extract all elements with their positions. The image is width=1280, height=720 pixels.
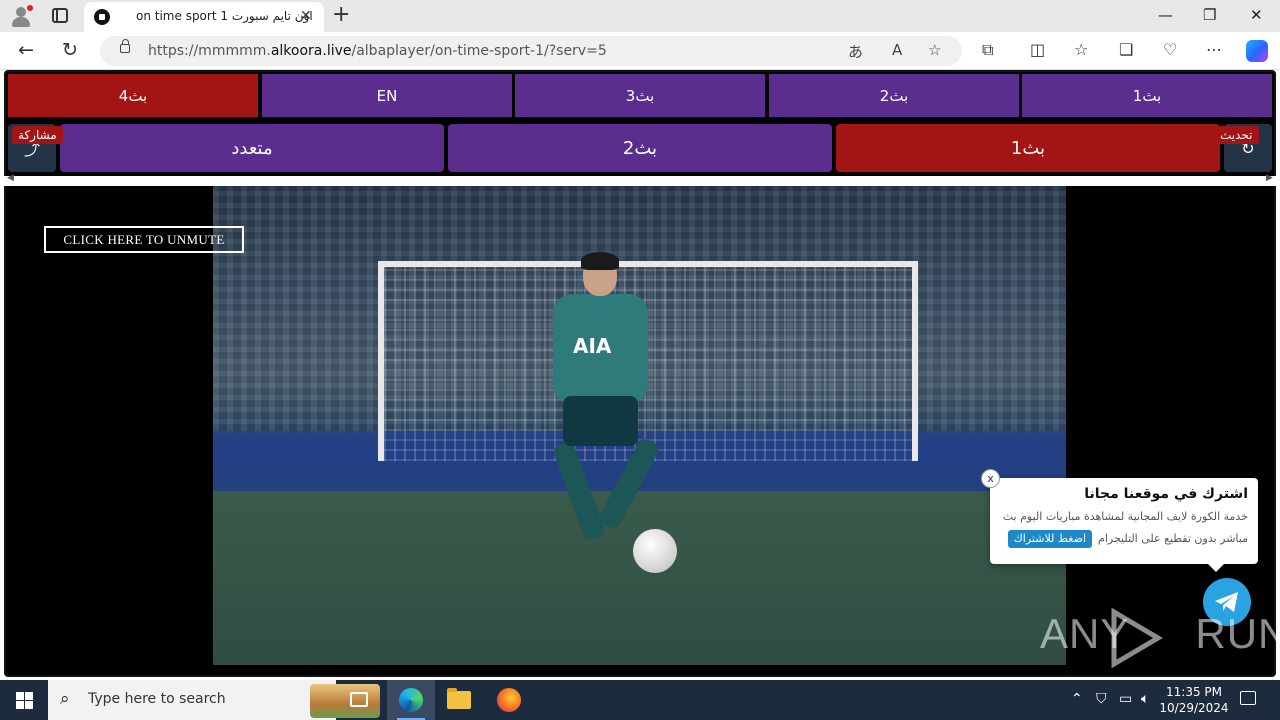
browser-tab-active[interactable]: on time sport 1 اون تايم سبورت ✕ bbox=[84, 2, 324, 32]
file-explorer-taskbar-button[interactable] bbox=[435, 680, 483, 720]
translate-icon[interactable]: あ bbox=[848, 41, 863, 62]
share-label[interactable]: مشاركة bbox=[12, 126, 63, 144]
telegram-popup: اشترك في موقعنا مجانا خدمة الكورة لايف ا… bbox=[990, 478, 1258, 572]
unmute-button[interactable]: CLICK HERE TO UNMUTE bbox=[44, 226, 244, 253]
taskbar-search-box[interactable]: ⌕ Type here to search bbox=[48, 680, 380, 720]
search-icon: ⌕ bbox=[60, 689, 70, 709]
server-button-1[interactable]: بث1 bbox=[1022, 74, 1272, 117]
tab-actions-icon[interactable] bbox=[52, 8, 68, 23]
new-tab-button[interactable]: + bbox=[332, 3, 350, 27]
favorites-icon[interactable]: ☆ bbox=[1074, 41, 1088, 59]
server-row: بث4 EN بث3 بث2 بث1 bbox=[8, 74, 1272, 117]
video-footballer: AIA bbox=[523, 252, 673, 556]
tab-close-icon[interactable]: ✕ bbox=[300, 8, 312, 24]
horizontal-scrollbar[interactable]: ◀ ▶ bbox=[4, 173, 1276, 186]
scroll-left-icon[interactable]: ◀ bbox=[7, 173, 14, 183]
mode-button-1[interactable]: بث1 bbox=[836, 124, 1220, 172]
server-button-en[interactable]: EN bbox=[262, 74, 512, 117]
subscribe-button[interactable]: اضغط للاشتراك bbox=[1007, 530, 1093, 548]
refresh-label[interactable]: تحديث bbox=[1214, 126, 1259, 144]
favorite-star-icon[interactable]: ☆ bbox=[928, 41, 941, 59]
mode-row: ⤴ متعدد بث2 بث1 ↻ مشاركة تحديث bbox=[8, 124, 1272, 172]
task-view-button[interactable] bbox=[336, 680, 384, 720]
folder-icon bbox=[447, 688, 471, 709]
mode-button-multi[interactable]: متعدد bbox=[60, 124, 444, 172]
video-ball bbox=[633, 529, 677, 573]
minimize-button[interactable]: — bbox=[1158, 6, 1173, 24]
scroll-right-icon[interactable]: ▶ bbox=[1266, 173, 1273, 183]
notification-icon[interactable] bbox=[1240, 691, 1256, 705]
popup-line-1: خدمة الكورة لايف المجانية لمشاهدة مباريا… bbox=[1002, 510, 1248, 523]
url-text[interactable]: https://mmmmm.alkoora.live/albaplayer/on… bbox=[148, 43, 607, 59]
soccer-ball-icon bbox=[94, 9, 110, 25]
edge-icon bbox=[399, 688, 423, 712]
copilot-icon[interactable] bbox=[1246, 40, 1268, 62]
network-icon[interactable]: ▭ bbox=[1119, 691, 1132, 707]
volume-icon[interactable]: 🔈︎ bbox=[1141, 691, 1149, 707]
server-button-4[interactable]: بث4 bbox=[8, 74, 258, 117]
maximize-button[interactable]: ❐ bbox=[1203, 6, 1216, 24]
popup-close-button[interactable]: x bbox=[981, 469, 1000, 488]
watermark-play-icon bbox=[1111, 608, 1163, 668]
clock-time: 11:35 PM bbox=[1166, 685, 1222, 699]
windows-start-icon[interactable] bbox=[16, 692, 33, 709]
read-aloud-icon[interactable]: A bbox=[892, 41, 902, 59]
refresh-icon[interactable]: ↻ bbox=[62, 39, 78, 61]
profile-icon[interactable] bbox=[10, 5, 33, 27]
browser-toolbar: ← ↻ https://mmmmm.alkoora.live/albaplaye… bbox=[0, 32, 1280, 70]
tray-chevron-icon[interactable]: ⌃ bbox=[1071, 691, 1083, 707]
popup-title: اشترك في موقعنا مجانا bbox=[1084, 486, 1248, 502]
back-arrow-icon[interactable]: ← bbox=[18, 39, 34, 61]
clock-date: 10/29/2024 bbox=[1159, 701, 1229, 715]
edge-taskbar-button[interactable] bbox=[387, 680, 435, 720]
lock-icon[interactable] bbox=[120, 39, 130, 53]
collections-icon[interactable]: ❏ bbox=[1119, 41, 1133, 59]
windows-taskbar: ⌕ Type here to search ⌃ ⛉ ▭ 🔈︎ 11:35 PM … bbox=[0, 680, 1280, 720]
server-button-2[interactable]: بث2 bbox=[769, 74, 1019, 117]
shirt-sponsor: AIA bbox=[573, 334, 612, 358]
tray-security-icon[interactable]: ⛉ bbox=[1096, 691, 1107, 707]
server-button-3[interactable]: بث3 bbox=[515, 74, 765, 117]
video-player[interactable]: AIA bbox=[213, 186, 1066, 665]
search-placeholder: Type here to search bbox=[88, 691, 226, 707]
firefox-icon bbox=[497, 688, 521, 712]
extensions-icon[interactable]: ⧉ bbox=[982, 41, 993, 59]
browser-tab-strip: on time sport 1 اون تايم سبورت ✕ + — ❐ ✕ bbox=[0, 0, 1280, 32]
firefox-taskbar-button[interactable] bbox=[485, 680, 533, 720]
web-page: بث4 EN بث3 بث2 بث1 ⤴ متعدد بث2 بث1 ↻ مشا… bbox=[0, 70, 1280, 680]
more-options-icon[interactable]: ⋯ bbox=[1206, 41, 1222, 59]
address-bar[interactable]: https://mmmmm.alkoora.live/albaplayer/on… bbox=[100, 36, 962, 66]
task-view-icon bbox=[350, 692, 368, 707]
close-window-button[interactable]: ✕ bbox=[1250, 6, 1263, 24]
split-screen-icon[interactable]: ◫ bbox=[1030, 41, 1045, 59]
popup-line-2: مباشر بدون تقطيع على التليجرام bbox=[1098, 532, 1248, 545]
browser-essentials-icon[interactable]: ♡ bbox=[1163, 41, 1177, 59]
mode-button-2[interactable]: بث2 bbox=[448, 124, 832, 172]
tab-title: on time sport 1 اون تايم سبورت bbox=[136, 9, 313, 23]
taskbar-clock[interactable]: 11:35 PM 10/29/2024 bbox=[1158, 684, 1230, 716]
